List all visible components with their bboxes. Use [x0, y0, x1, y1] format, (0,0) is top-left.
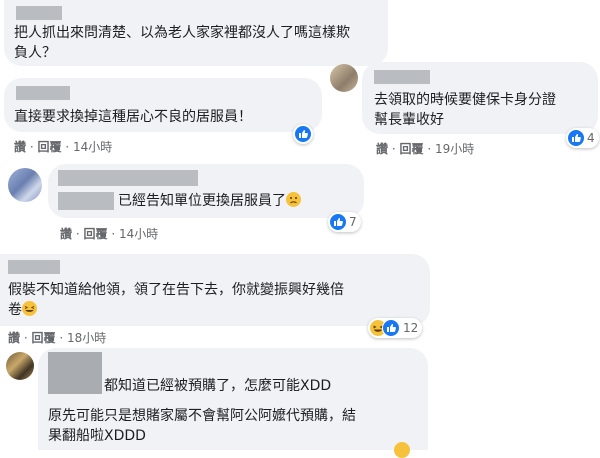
avatar[interactable]	[330, 64, 358, 92]
reaction-number: 12	[403, 321, 419, 335]
comment-text: 都知道已經被預購了，怎麼可能XDD	[104, 378, 332, 394]
reply-link[interactable]: 回覆	[400, 142, 424, 156]
reply-link[interactable]: 回覆	[38, 140, 62, 154]
comment-text: 直接要求換掉這種居心不良的居服員！	[14, 109, 252, 125]
like-icon	[295, 126, 311, 142]
haha-icon[interactable]	[394, 442, 410, 458]
reaction-count[interactable]	[293, 124, 313, 144]
timestamp[interactable]: 14小時	[119, 227, 158, 241]
comment-text: 果翻船啦XDDD	[48, 428, 146, 444]
reply-link[interactable]: 回覆	[32, 331, 56, 345]
separator: ·	[65, 140, 70, 154]
like-icon	[568, 130, 584, 146]
separator: ·	[23, 331, 28, 345]
comment-text: 負人？	[14, 45, 56, 61]
like-link[interactable]: 讚	[376, 142, 388, 156]
like-link[interactable]: 讚	[60, 227, 72, 241]
separator: ·	[29, 140, 34, 154]
redacted-username	[8, 260, 60, 274]
redacted-username	[16, 86, 70, 100]
like-link[interactable]: 讚	[14, 140, 26, 154]
reaction-count[interactable]: 12	[368, 318, 423, 338]
redacted-username	[48, 352, 102, 394]
laugh-emoji-icon	[22, 301, 37, 316]
separator: ·	[75, 227, 80, 241]
separator: ·	[59, 331, 64, 345]
like-link[interactable]: 讚	[8, 331, 20, 345]
reply-link[interactable]: 回覆	[84, 227, 108, 241]
comment-actions: 讚 · 回覆 · 14小時	[60, 226, 158, 242]
separator: ·	[111, 227, 116, 241]
comment-text: 把人抓出來問清楚、以為老人家家裡都沒人了嗎這樣欺	[14, 25, 350, 41]
comment-actions: 讚 · 回覆 · 14小時	[14, 139, 112, 155]
timestamp[interactable]: 19小時	[435, 142, 474, 156]
avatar[interactable]	[6, 352, 34, 380]
comment-actions: 讚 · 回覆 · 18小時	[8, 330, 106, 346]
comment-text: 假裝不知道給他領，領了在告下去，你就變振興好幾倍	[8, 282, 344, 298]
like-icon	[330, 214, 346, 230]
comment-text: 卷	[8, 300, 37, 320]
timestamp[interactable]: 14小時	[73, 140, 112, 154]
like-icon	[382, 319, 400, 337]
reaction-number: 7	[349, 215, 357, 229]
timestamp[interactable]: 18小時	[67, 331, 106, 345]
separator: ·	[391, 142, 396, 156]
reaction-number: 4	[587, 131, 595, 145]
comment-text: 幫長輩收好	[374, 112, 444, 128]
redacted-mention	[58, 192, 114, 210]
redacted-username	[58, 170, 198, 186]
separator: ·	[427, 142, 432, 156]
comment-actions: 讚 · 回覆 · 19小時	[376, 141, 474, 157]
redacted-username	[16, 6, 62, 20]
reaction-count[interactable]: 4	[566, 128, 599, 148]
sad-emoji-icon	[286, 192, 301, 207]
comment-text: 去領取的時候要健保卡身分證	[374, 92, 556, 108]
reaction-count[interactable]: 7	[328, 212, 361, 232]
comment-text: 原先可能只是想賭家屬不會幫阿公阿嬤代預購，結	[48, 408, 356, 424]
avatar[interactable]	[8, 168, 42, 202]
comment-text: 已經告知單位更換居服員了	[118, 191, 301, 211]
redacted-username	[374, 70, 430, 84]
